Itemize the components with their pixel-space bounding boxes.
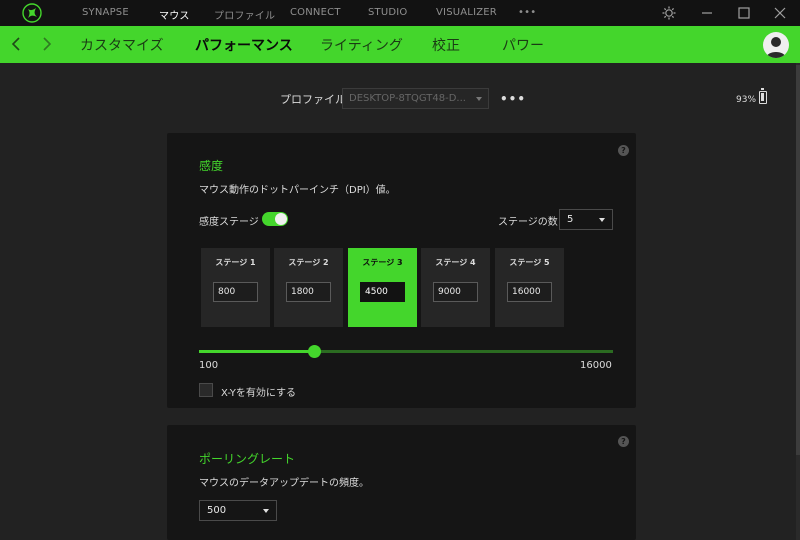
- profile-dropdown[interactable]: DESKTOP-8TQGT48-D...: [342, 88, 489, 109]
- top-nav-item[interactable]: VISUALIZER: [436, 7, 497, 18]
- avatar-figure: [766, 37, 786, 58]
- sensitivity-description: マウス動作のドットパーインチ（DPI）値。: [199, 185, 396, 196]
- dpi-stage-name: ステージ 1: [215, 258, 256, 267]
- dpi-stage-name: ステージ 3: [362, 258, 403, 267]
- settings-icon[interactable]: [661, 5, 677, 21]
- maximize-icon[interactable]: [736, 5, 752, 21]
- sensitivity-stages-label: 感度ステージ: [199, 217, 259, 228]
- profile-dropdown-value: DESKTOP-8TQGT48-D...: [349, 93, 466, 104]
- razer-logo-icon[interactable]: [22, 3, 42, 23]
- scrollbar-thumb[interactable]: [796, 65, 800, 455]
- forward-arrow-icon[interactable]: [36, 34, 56, 54]
- subnav-tab[interactable]: 校正: [432, 35, 460, 55]
- subnav-tab[interactable]: カスタマイズ: [80, 35, 164, 55]
- sensitivity-title: 感度: [199, 159, 224, 173]
- dpi-stage-input[interactable]: 9000: [433, 282, 478, 302]
- polling-rate-value: 500: [207, 505, 227, 516]
- dpi-slider-handle[interactable]: [308, 345, 321, 358]
- sensitivity-stages-toggle[interactable]: [262, 212, 288, 226]
- dpi-min-label: 100: [199, 360, 219, 371]
- close-icon[interactable]: [772, 5, 788, 21]
- help-icon[interactable]: ?: [618, 436, 629, 447]
- dpi-stage-card[interactable]: ステージ 3 4500: [348, 248, 417, 327]
- razer-synapse-window: SYNAPSE マウス プロファイル CONNECT STUDIO VISUALIZER …: [0, 0, 800, 540]
- dpi-stage-card[interactable]: ステージ 1 800: [201, 248, 270, 327]
- dpi-stage-input[interactable]: 4500: [360, 282, 405, 302]
- dpi-stage-card[interactable]: ステージ 4 9000: [421, 248, 490, 327]
- profile-more-button[interactable]: •••: [500, 92, 526, 106]
- dpi-max-label: 16000: [580, 360, 612, 371]
- top-nav-item[interactable]: SYNAPSE: [82, 7, 129, 18]
- user-avatar-icon[interactable]: [763, 32, 789, 58]
- battery-icon: [759, 88, 767, 104]
- top-nav-item[interactable]: プロファイル: [214, 7, 275, 22]
- dpi-slider[interactable]: [199, 345, 613, 358]
- dpi-stage-name: ステージ 5: [509, 258, 550, 267]
- subnav-tab[interactable]: ライティング: [320, 35, 403, 55]
- vertical-scrollbar[interactable]: [796, 63, 800, 540]
- polling-rate-dropdown[interactable]: 500: [199, 500, 277, 521]
- dpi-slider-fill: [199, 350, 314, 353]
- battery-percentage: 93%: [736, 95, 757, 105]
- xy-checkbox-label: X-Yを有効にする: [221, 388, 296, 399]
- subnav-tab[interactable]: パフォーマンス: [195, 35, 293, 55]
- profile-label: プロファイル: [280, 93, 346, 106]
- back-arrow-icon[interactable]: [7, 34, 27, 54]
- dpi-stage-name: ステージ 2: [288, 258, 329, 267]
- chevron-down-icon: [476, 97, 482, 101]
- chevron-down-icon: [599, 218, 605, 222]
- stage-count-label: ステージの数: [498, 217, 558, 228]
- help-icon[interactable]: ?: [618, 145, 629, 156]
- dpi-stage-card[interactable]: ステージ 5 16000: [495, 248, 564, 327]
- top-nav-item[interactable]: マウス: [159, 7, 190, 22]
- subnav-tab[interactable]: パワー: [502, 35, 544, 55]
- minimize-icon[interactable]: [699, 5, 715, 21]
- dpi-stage-input[interactable]: 16000: [507, 282, 552, 302]
- polling-rate-title: ポーリングレート: [199, 452, 296, 466]
- top-nav-item[interactable]: CONNECT: [290, 7, 341, 18]
- dpi-stage-input[interactable]: 800: [213, 282, 258, 302]
- dpi-stage-input[interactable]: 1800: [286, 282, 331, 302]
- polling-rate-description: マウスのデータアップデートの頻度。: [199, 478, 369, 489]
- sub-navigation-bar: カスタマイズ パフォーマンス ライティング 校正 パワー: [0, 26, 800, 63]
- title-bar: SYNAPSE マウス プロファイル CONNECT STUDIO VISUALIZER …: [0, 0, 800, 26]
- dpi-stage-name: ステージ 4: [435, 258, 476, 267]
- dpi-stage-card[interactable]: ステージ 2 1800: [274, 248, 343, 327]
- more-apps-button[interactable]: •••: [518, 7, 536, 18]
- chevron-down-icon: [263, 509, 269, 513]
- stage-count-value: 5: [567, 214, 574, 225]
- stage-count-dropdown[interactable]: 5: [559, 209, 613, 230]
- xy-checkbox[interactable]: [199, 383, 213, 397]
- top-nav-item[interactable]: STUDIO: [368, 7, 408, 18]
